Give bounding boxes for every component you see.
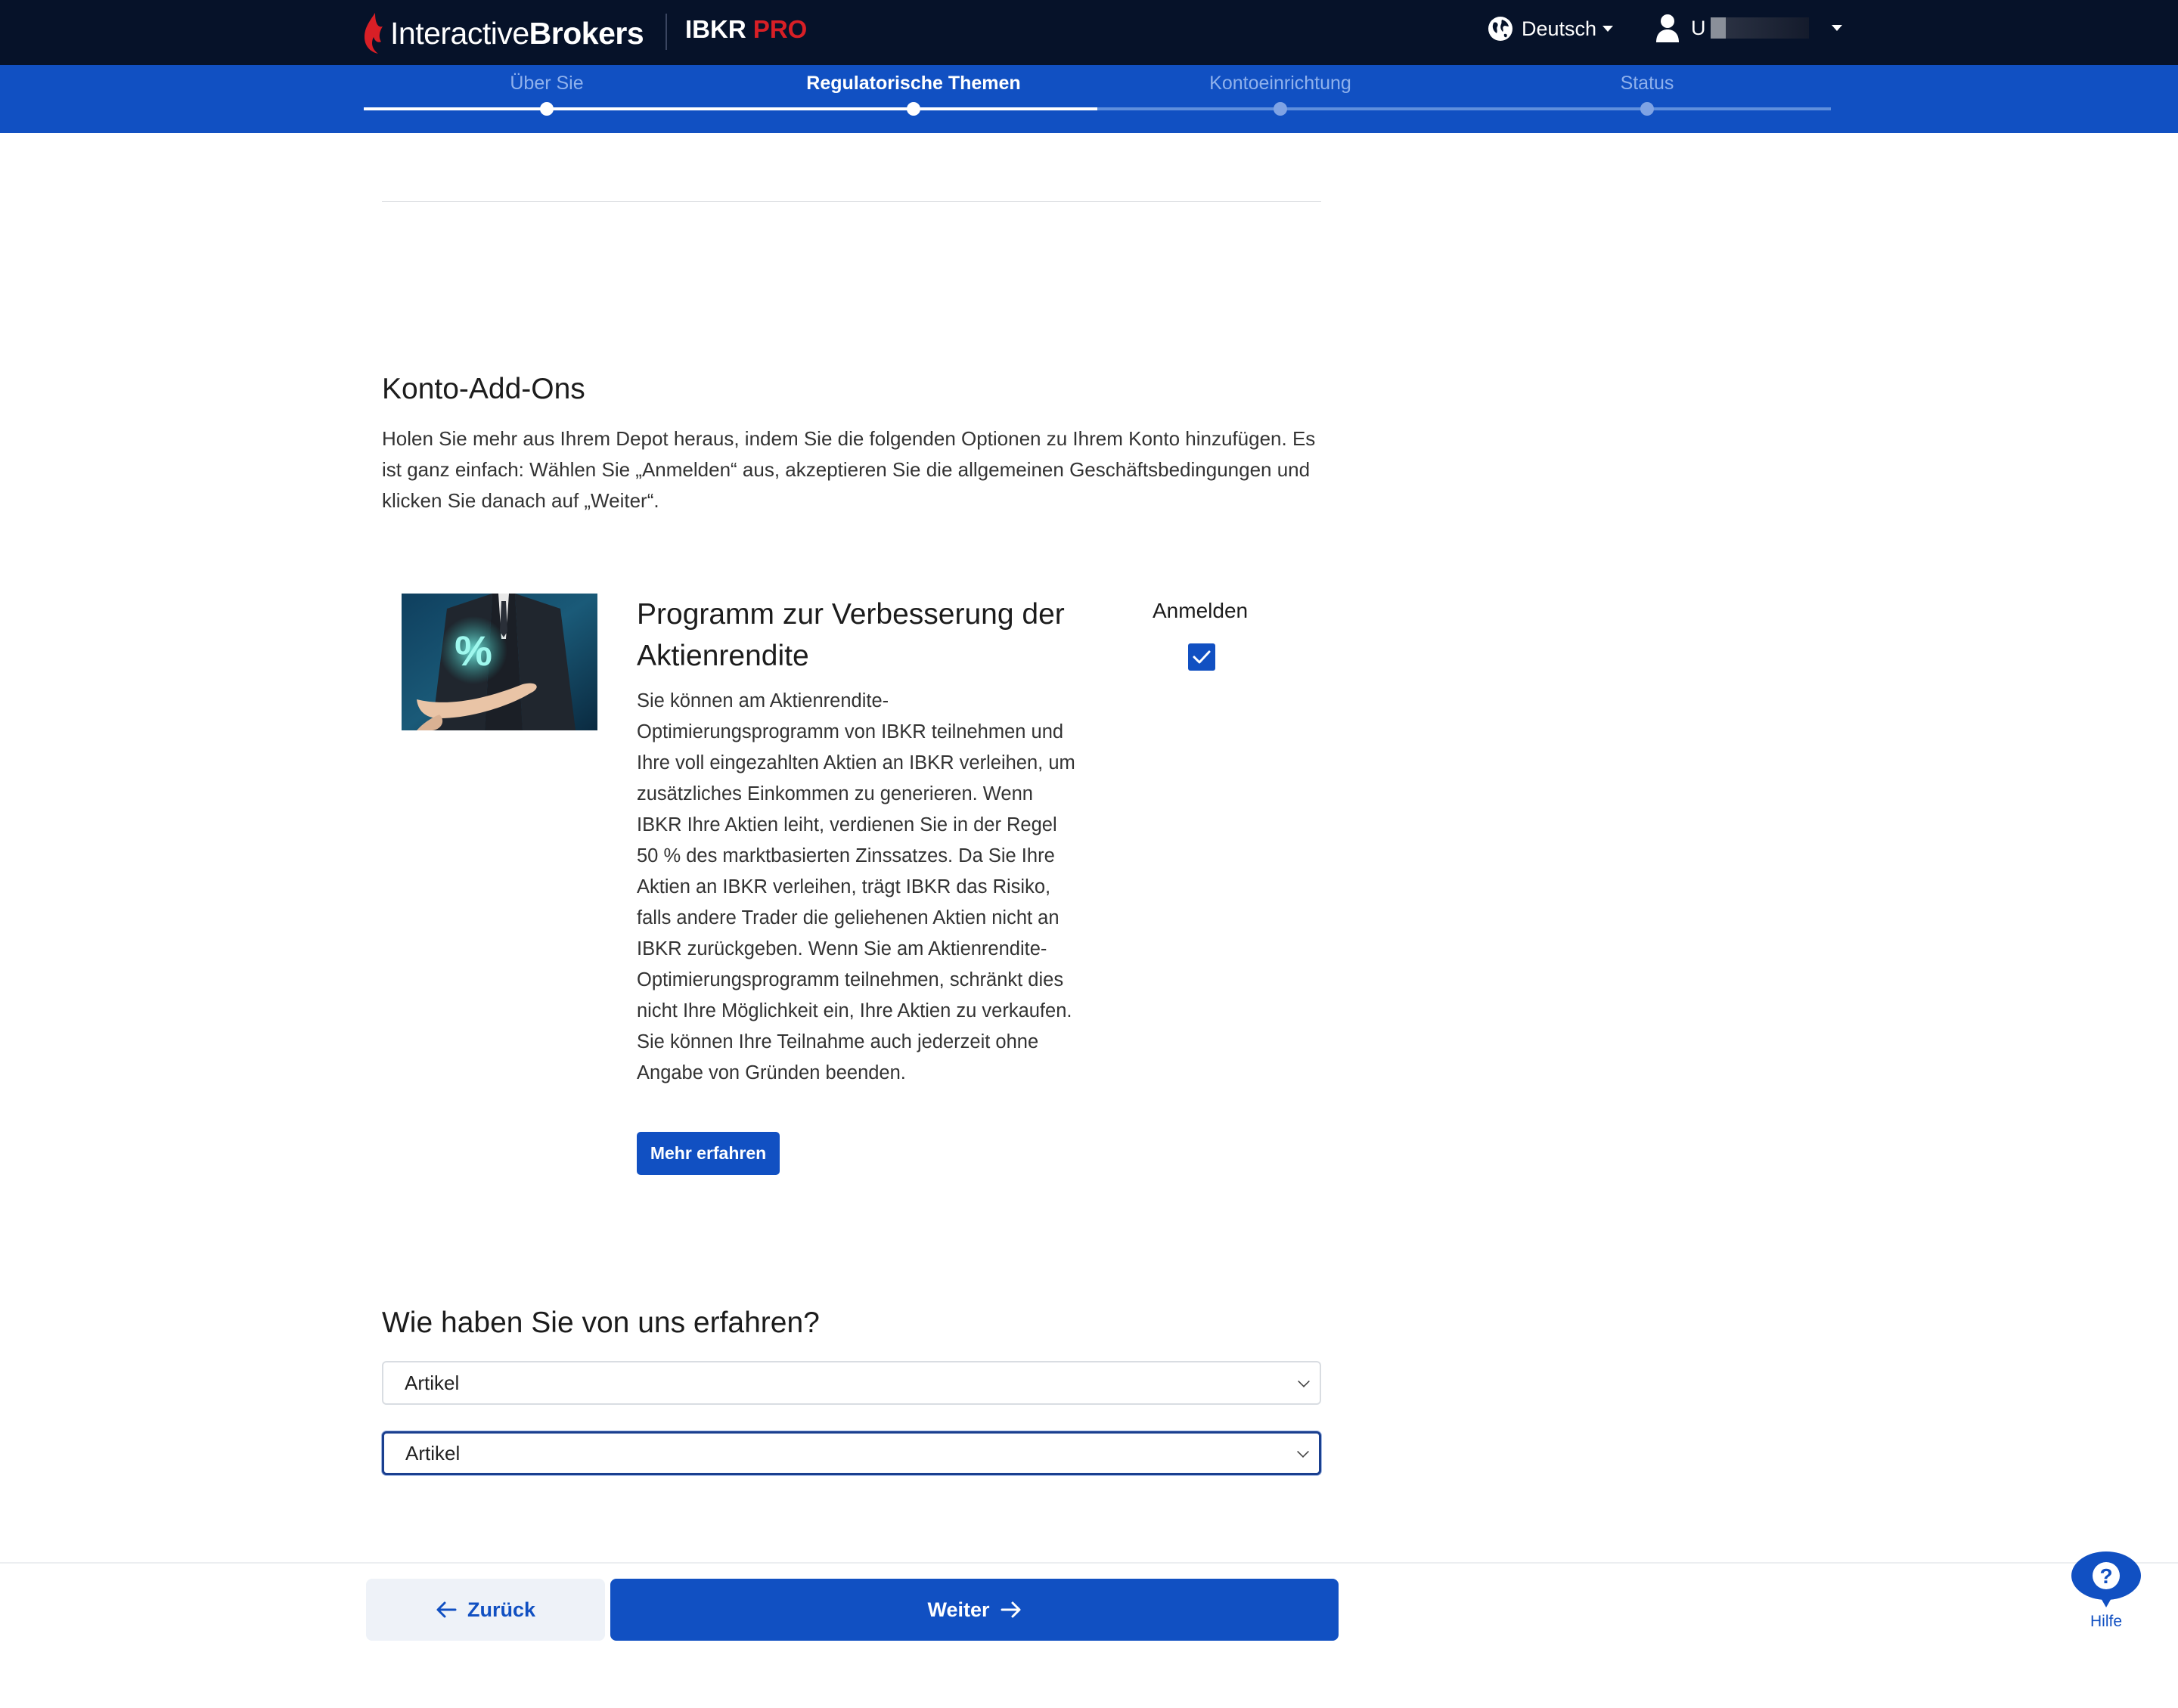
arrow-left-icon <box>436 1601 457 1618</box>
help-glyph: ? <box>2099 1564 2112 1588</box>
chevron-down-icon <box>1297 1446 1309 1458</box>
checkmark-icon <box>1193 650 1211 664</box>
logo-text-light: Interactive <box>390 15 529 51</box>
progress-track-done <box>364 107 1097 110</box>
globe-icon <box>1488 17 1512 41</box>
program-title: Programm zur Verbesserung der Aktienrend… <box>637 598 1065 672</box>
addons-intro: Holen Sie mehr aus Ihrem Depot heraus, i… <box>382 427 1316 512</box>
user-menu[interactable]: U <box>1655 14 1842 42</box>
footer-divider <box>0 1562 2178 1564</box>
percent-hand-image: % <box>402 594 597 730</box>
product-accent: PRO <box>752 15 808 43</box>
help-bubble-icon: ? <box>2071 1551 2141 1607</box>
language-label: Deutsch <box>1522 17 1597 40</box>
product-label: IBKR <box>685 15 746 43</box>
step-label-regulatory[interactable]: Regulatorische Themen <box>806 73 1020 95</box>
learn-more-button[interactable]: Mehr erfahren <box>637 1132 780 1175</box>
enroll-checkbox[interactable] <box>1188 643 1215 671</box>
step-dot-regulatory <box>907 102 920 116</box>
enroll-label: Anmelden <box>1153 599 1249 622</box>
referral-detail-value: Artikel <box>405 1441 461 1465</box>
step-progress: Über Sie Regulatorische Themen Kontoeinr… <box>0 65 2178 133</box>
caret-down-icon <box>1831 25 1842 31</box>
user-id-redacted <box>1710 17 1809 39</box>
product-name: IBKR PRO <box>685 15 807 44</box>
referral-title: Wie haben Sie von uns erfahren? <box>382 1307 820 1339</box>
back-button[interactable]: Zurück <box>366 1579 605 1641</box>
referral-detail-select[interactable]: Artikel <box>382 1431 1321 1475</box>
interactive-brokers-logo[interactable]: InteractiveBrokers <box>361 11 644 56</box>
arrow-right-icon <box>1001 1601 1021 1618</box>
section-divider <box>382 201 1321 202</box>
caret-down-icon <box>1602 26 1614 32</box>
step-label-account-setup: Kontoeinrichtung <box>1209 73 1351 94</box>
addons-title: Konto-Add-Ons <box>382 373 585 405</box>
step-dot-account-setup <box>1274 102 1287 116</box>
top-bar: InteractiveBrokers IBKR PRO Deutsch U <box>0 0 2178 65</box>
back-button-label: Zurück <box>467 1598 536 1621</box>
step-label-status: Status <box>1620 73 1674 94</box>
step-label-about-you[interactable]: Über Sie <box>510 73 583 95</box>
referral-source-select[interactable]: Artikel <box>382 1361 1321 1405</box>
percent-glyph: % <box>455 627 492 674</box>
language-selector[interactable]: Deutsch <box>1487 15 1614 42</box>
logo-text-bold: Brokers <box>529 15 644 51</box>
flame-icon <box>365 13 383 54</box>
progress-track-pending <box>1097 107 1831 110</box>
next-button[interactable]: Weiter <box>610 1579 1339 1641</box>
chevron-down-icon <box>1298 1375 1310 1387</box>
step-dot-about-you <box>540 102 554 116</box>
referral-source-value: Artikel <box>405 1371 460 1394</box>
logo-divider <box>666 14 667 50</box>
help-widget[interactable]: ? Hilfe <box>2068 1550 2144 1641</box>
user-id: U <box>1691 16 1706 39</box>
user-icon <box>1656 14 1679 42</box>
program-description: Sie können am Aktienrendite-Optimierungs… <box>637 690 1075 1083</box>
next-button-label: Weiter <box>927 1598 990 1621</box>
help-label: Hilfe <box>2090 1613 2122 1630</box>
step-dot-status <box>1640 102 1654 116</box>
